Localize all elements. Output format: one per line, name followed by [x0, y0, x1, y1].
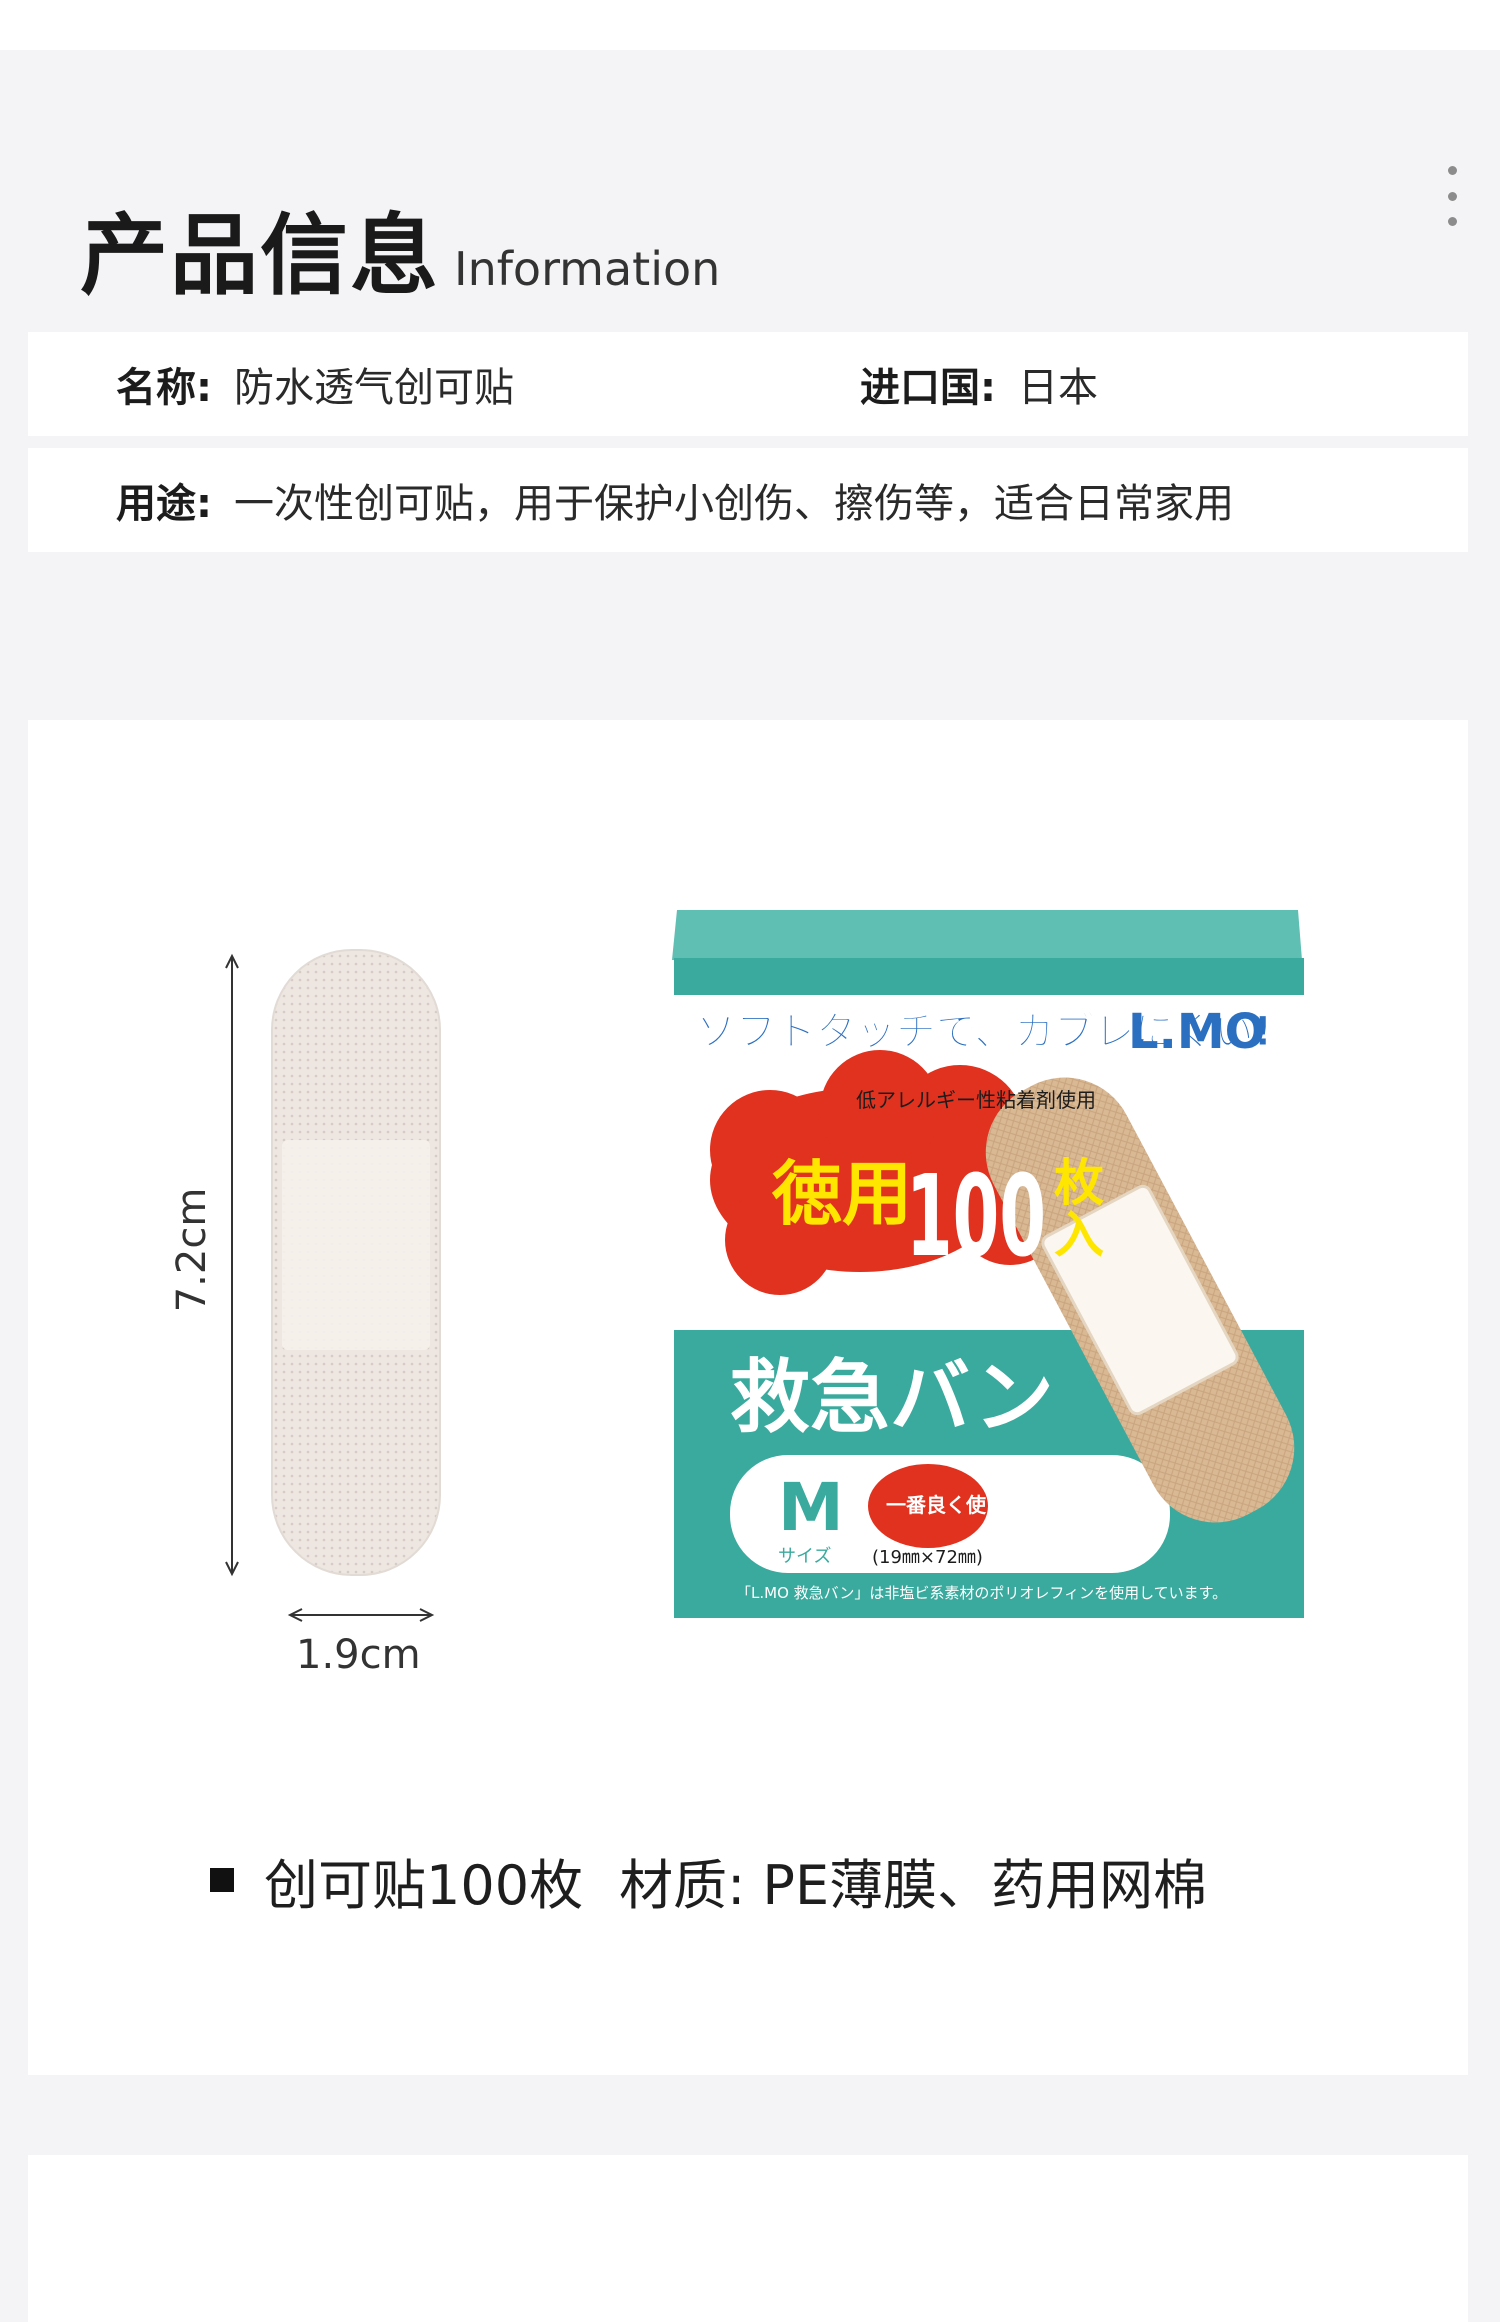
width-label: 1.9cm	[296, 1632, 421, 1678]
box-count-label-2: 枚	[1054, 1154, 1104, 1212]
square-bullet-icon	[210, 1868, 234, 1892]
product-box-text: ソフトタッチで、カブレにくい! L.MO 低アレルギー性粘着剤使用 徳用 100…	[696, 1004, 1273, 1602]
box-footer-note: 「L.MO 救急バン」は非塩ビ系素材のポリオレフィンを使用しています。	[736, 1584, 1227, 1602]
caption-material: 材质: PE薄膜、药用网棉	[619, 1853, 1208, 1917]
box-size-word: サイズ	[778, 1546, 831, 1567]
product-caption: 创可贴100枚 材质: PE薄膜、药用网棉	[210, 1845, 1207, 1917]
caption-count: 创可贴100枚	[264, 1853, 584, 1917]
box-size-letter: M	[778, 1469, 844, 1546]
box-callout: 一番良く使う!	[886, 1493, 1015, 1517]
box-allergy-note: 低アレルギー性粘着剤使用	[856, 1088, 1096, 1112]
box-size-spec: (19㎜×72㎜)	[872, 1547, 983, 1568]
box-product-name: 救急バン	[730, 1351, 1054, 1444]
box-count-label-3: 入	[1054, 1206, 1104, 1264]
box-count-number: 100	[906, 1152, 1046, 1282]
length-label: 7.2cm	[169, 1187, 215, 1313]
box-count-label-1: 徳用	[771, 1153, 912, 1235]
box-brand: L.MO	[1128, 1004, 1265, 1060]
next-section-card	[28, 2155, 1468, 2322]
